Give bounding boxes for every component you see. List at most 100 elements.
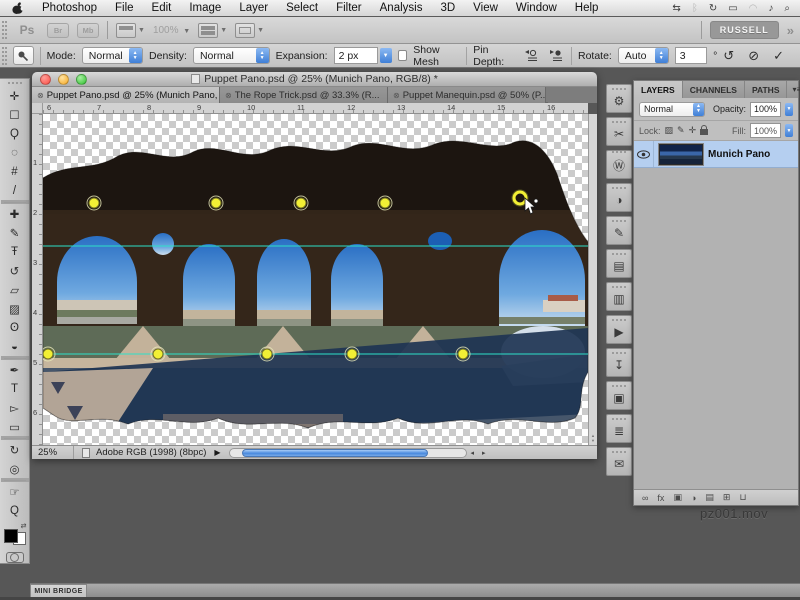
opacity-dropdown-icon[interactable]: ▼ (785, 103, 793, 116)
menu-item[interactable]: Photoshop (33, 2, 106, 14)
cancel-warp-button[interactable]: ⊘ (748, 48, 759, 64)
menu-item[interactable]: Image (180, 2, 230, 14)
layers-bottom-icon[interactable]: ⊔ (739, 492, 746, 503)
vertical-ruler[interactable]: 123456 (32, 114, 43, 445)
menu-item[interactable]: File (106, 2, 143, 14)
scrollbar-arrows[interactable]: ◂ ▸ (471, 449, 489, 457)
density-popup[interactable]: Normal▲▼ (193, 47, 270, 64)
color-swatches[interactable]: ⇄ (3, 524, 27, 546)
tool-button[interactable]: ▻ (1, 398, 29, 417)
apple-menu[interactable] (0, 2, 33, 15)
status-options-arrow[interactable]: ▶ (214, 448, 220, 457)
tool-button[interactable]: ✒ (1, 360, 29, 379)
mini-bridge-tab[interactable]: MINI BRIDGE (30, 584, 87, 598)
menu-item[interactable]: View (464, 2, 507, 14)
layers-bottom-icon[interactable]: ▤ (705, 492, 714, 503)
dock-panel-button[interactable]: ✉ (606, 447, 632, 476)
menu-item[interactable]: Edit (143, 2, 181, 14)
foreground-color-swatch[interactable] (4, 529, 18, 543)
dock-panel-button[interactable]: ✎ (606, 216, 632, 245)
optionsbar-grip[interactable] (2, 47, 7, 65)
mode-popup[interactable]: Normal▲▼ (82, 47, 143, 64)
layers-bottom-icon[interactable]: fx (657, 493, 664, 503)
puppet-warp-pin-tool-button[interactable] (13, 46, 34, 65)
expansion-combo[interactable]: 2 px ▼ (334, 47, 392, 64)
menu-item[interactable]: Filter (327, 2, 371, 14)
tool-button[interactable]: ▨ (1, 299, 29, 318)
dock-panel-button[interactable]: ⚙ (606, 84, 632, 113)
dock-panel-button[interactable]: ↧ (606, 348, 632, 377)
dock-panel-button[interactable]: ▥ (606, 282, 632, 311)
tool-button[interactable]: T (1, 379, 29, 398)
swap-colors-icon[interactable]: ⇄ (21, 522, 27, 530)
menu-item[interactable]: Layer (230, 2, 277, 14)
ruler-origin[interactable] (32, 103, 43, 114)
quick-mask-button[interactable] (6, 552, 24, 563)
commit-warp-button[interactable]: ✓ (773, 48, 784, 64)
dock-panel-button[interactable]: ▶ (606, 315, 632, 344)
dock-panel-button[interactable]: ▣ (606, 381, 632, 410)
document-tab[interactable]: ⊗ Puppet Pano.psd @ 25% (Munich Pano, RG… (32, 87, 220, 103)
zoom-percentage-field[interactable]: 25% (32, 446, 74, 459)
document-tab[interactable]: ⊗ The Rope Trick.psd @ 33.3% (R... (220, 87, 388, 103)
tool-button[interactable]: ☐ (1, 105, 29, 124)
menu-item[interactable]: Window (507, 2, 566, 14)
launch-bridge-button[interactable]: Br (47, 23, 69, 38)
menu-status-icon[interactable]: ᛒ (692, 3, 698, 14)
blend-mode-popup[interactable]: Normal▲▼ (639, 102, 705, 117)
layer-thumbnail[interactable] (659, 144, 703, 165)
layers-bottom-icon[interactable]: ◑ (691, 493, 696, 503)
tool-button[interactable]: Ŧ (1, 242, 29, 261)
puppet-warp-pin[interactable] (347, 349, 357, 359)
pin-depth-backward-button[interactable] (546, 47, 565, 64)
layer-row-munich-pano[interactable]: Munich Pano (634, 141, 798, 168)
tool-button[interactable]: ʘ (1, 318, 29, 337)
tool-button[interactable]: ↻ (1, 440, 29, 459)
reset-warp-button[interactable]: ↺ (723, 48, 734, 64)
dock-panel-button[interactable]: ≣ (606, 414, 632, 443)
tool-button[interactable]: ✛ (1, 86, 29, 105)
canvas[interactable] (43, 114, 588, 445)
layer-visibility-toggle[interactable] (634, 141, 654, 167)
menu-status-icon[interactable]: ♪ (768, 3, 773, 14)
tool-button[interactable]: # (1, 162, 29, 181)
user-badge[interactable]: RUSSELL (710, 21, 779, 39)
layers-bottom-icon[interactable]: ⊞ (723, 492, 731, 503)
fill-field[interactable]: 100% (750, 123, 781, 138)
horizontal-ruler[interactable]: 67891011121314151617 (43, 103, 588, 114)
puppet-warp-pin[interactable] (153, 349, 163, 359)
vertical-scrollbar[interactable] (588, 114, 597, 445)
puppet-warp-pin[interactable] (211, 198, 221, 208)
tab-close-icon[interactable]: ⊗ (393, 91, 400, 100)
tool-button[interactable]: ◎ (1, 459, 29, 478)
tool-button[interactable]: ✚ (1, 204, 29, 223)
layers-bottom-icon[interactable]: ∞ (642, 493, 648, 503)
puppet-warp-pin[interactable] (380, 198, 390, 208)
lock-pixels-icon[interactable]: ✎ (677, 125, 685, 136)
menu-item[interactable]: Select (277, 2, 327, 14)
dock-panel-button[interactable]: Ⓦ (606, 150, 632, 179)
menu-item[interactable]: Help (566, 2, 608, 14)
puppet-warp-pin[interactable] (296, 198, 306, 208)
rotate-popup[interactable]: Auto▲▼ (618, 47, 669, 64)
menu-item[interactable]: 3D (431, 2, 464, 14)
tool-button[interactable]: ▭ (1, 417, 29, 436)
screen-mode-button[interactable]: ▼ (235, 23, 264, 38)
layers-bottom-icon[interactable]: ▣ (673, 492, 682, 503)
show-mesh-checkbox[interactable] (398, 50, 408, 61)
munich-pano-image[interactable] (43, 114, 588, 445)
tool-button[interactable]: ↺ (1, 261, 29, 280)
menu-status-icon[interactable]: ⇆ (672, 3, 680, 14)
panel-tab[interactable]: LAYERS (634, 81, 683, 98)
document-tab[interactable]: ⊗ Puppet Manequin.psd @ 50% (P... (388, 87, 546, 103)
tool-button[interactable]: ✎ (1, 223, 29, 242)
lock-transparency-icon[interactable]: ▨ (665, 125, 674, 136)
tool-button[interactable]: Q (1, 501, 29, 520)
zoom-level-control[interactable]: 100% ▼ (153, 25, 190, 36)
tool-button[interactable]: ☞ (1, 482, 29, 501)
document-titlebar[interactable]: Puppet Pano.psd @ 25% (Munich Pano, RGB/… (32, 72, 597, 87)
puppet-warp-pin[interactable] (43, 349, 53, 359)
layer-name[interactable]: Munich Pano (708, 149, 770, 160)
menu-status-icon[interactable]: ◠ (749, 3, 758, 14)
puppet-warp-pin[interactable] (458, 349, 468, 359)
